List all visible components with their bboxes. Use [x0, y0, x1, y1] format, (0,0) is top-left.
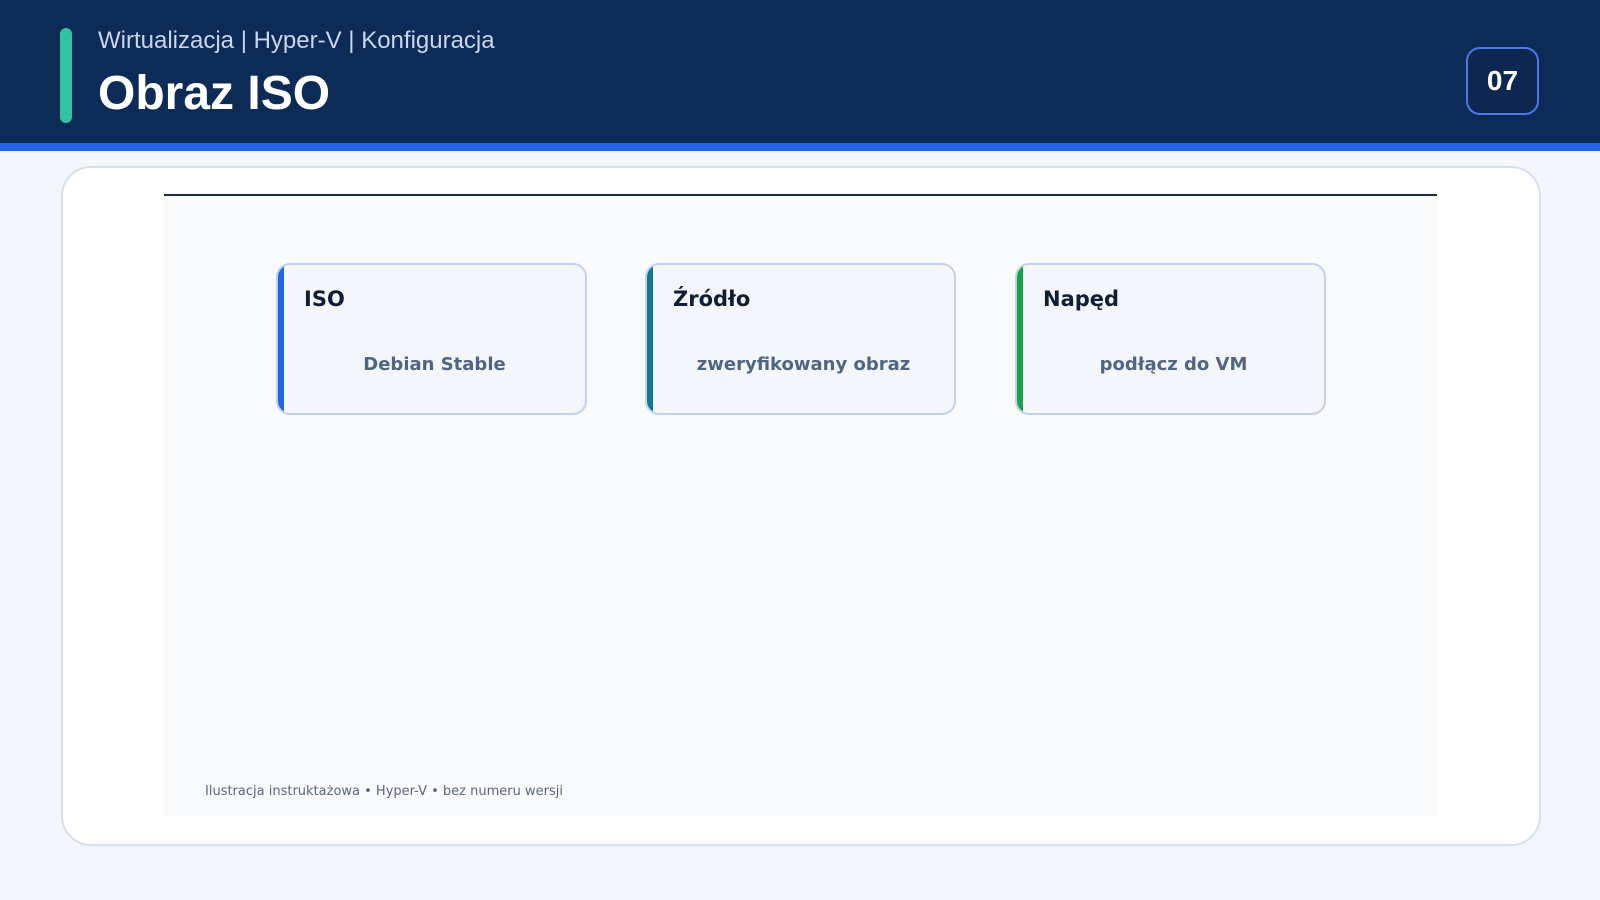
card-value: podłącz do VM: [1099, 354, 1248, 375]
header-accent-bar: [60, 28, 72, 123]
card-title: ISO: [304, 287, 345, 311]
card-drive: Napęd podłącz do VM: [1015, 263, 1326, 415]
page-title: Obraz ISO: [98, 67, 331, 120]
header-stripe: [0, 143, 1600, 151]
card-accent-bar: [278, 265, 284, 413]
slide-number-badge: 07: [1466, 47, 1539, 115]
card-accent-bar: [1017, 265, 1023, 413]
diagram-top-rule: [164, 194, 1437, 196]
card-value: Debian Stable: [363, 354, 506, 375]
card-accent-bar: [647, 265, 653, 413]
card-iso: ISO Debian Stable: [276, 263, 587, 415]
card-title: Napęd: [1043, 287, 1120, 311]
card-title: Źródło: [673, 287, 751, 311]
card-value: zweryfikowany obraz: [696, 354, 911, 375]
breadcrumb: Wirtualizacja | Hyper-V | Konfiguracja: [98, 27, 495, 54]
card-source: Źródło zweryfikowany obraz: [645, 263, 956, 415]
footer-note: Ilustracja instruktażowa • Hyper-V • bez…: [205, 784, 563, 799]
